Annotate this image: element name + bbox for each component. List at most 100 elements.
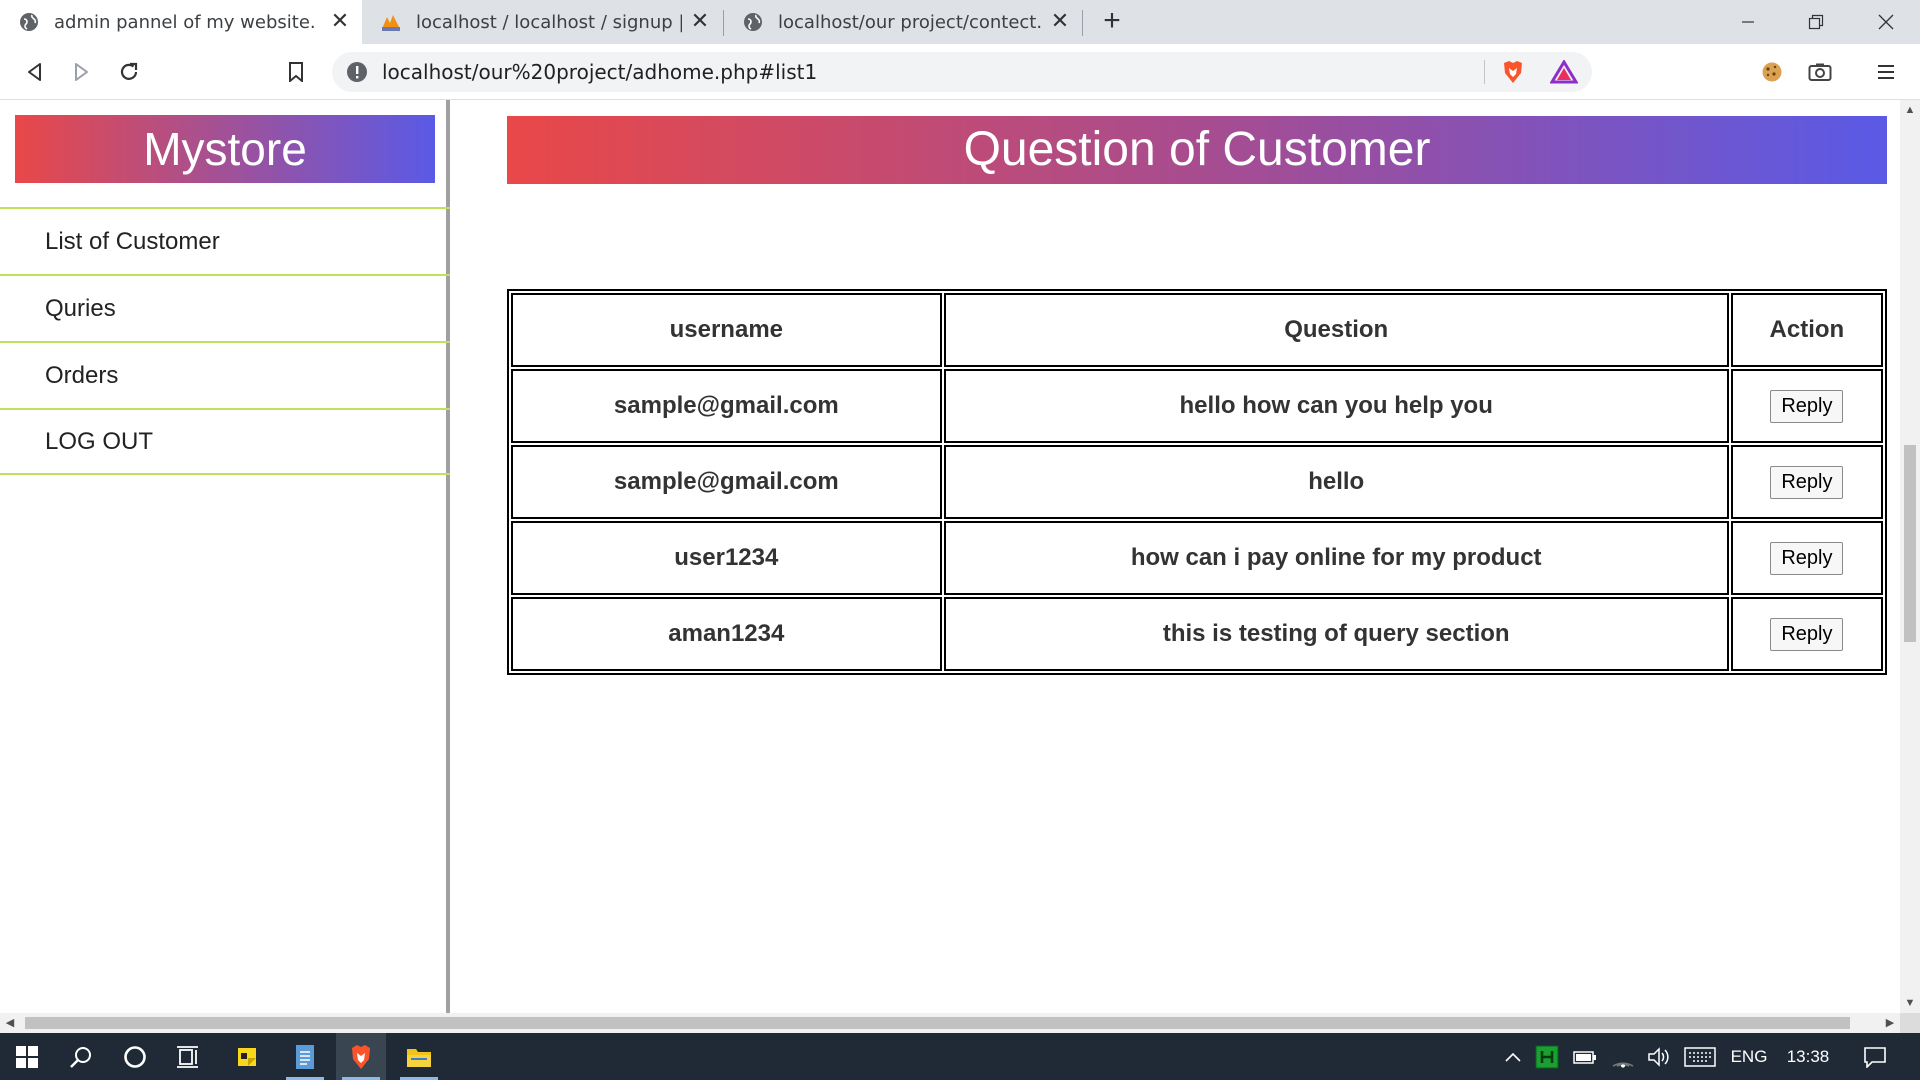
scrollbar-corner bbox=[1900, 1013, 1920, 1033]
column-header-action: Action bbox=[1730, 293, 1883, 367]
restore-icon bbox=[1808, 14, 1824, 30]
touch-keyboard-button[interactable] bbox=[1680, 1033, 1720, 1080]
horizontal-scroll-thumb[interactable] bbox=[25, 1017, 1850, 1029]
battery-button[interactable] bbox=[1568, 1033, 1602, 1080]
brave-rewards-icon[interactable] bbox=[1550, 60, 1578, 84]
document-icon bbox=[296, 1044, 314, 1069]
search-button[interactable] bbox=[56, 1033, 106, 1080]
reply-button[interactable]: Reply bbox=[1770, 389, 1844, 423]
reply-button[interactable]: Reply bbox=[1770, 617, 1844, 651]
new-tab-button[interactable]: + bbox=[1096, 6, 1128, 38]
action-center-button[interactable] bbox=[1852, 1033, 1898, 1080]
reply-button[interactable]: Reply bbox=[1770, 465, 1844, 499]
cookie-icon bbox=[1762, 62, 1782, 82]
scroll-left-arrow-icon[interactable]: ◀ bbox=[0, 1013, 20, 1033]
table-row: aman1234 this is testing of query sectio… bbox=[511, 597, 1883, 671]
sidebar-item-log-out[interactable]: LOG OUT bbox=[0, 408, 450, 475]
cookie-extension-button[interactable] bbox=[1758, 58, 1786, 86]
tab-contect[interactable]: localhost/our project/contect.php ✕ bbox=[724, 0, 1082, 44]
horizontal-scrollbar[interactable]: ◀ ▶ bbox=[0, 1013, 1900, 1033]
notepad-app[interactable] bbox=[280, 1033, 330, 1080]
action-cell: Reply bbox=[1730, 445, 1883, 519]
bookmark-button[interactable] bbox=[282, 58, 310, 86]
close-icon bbox=[1878, 14, 1894, 30]
tab-title: localhost/our project/contect.php bbox=[778, 11, 1042, 33]
questions-table: username Question Action sample@gmail.co… bbox=[507, 289, 1887, 675]
sidebar: Mystore List of Customer Quries Orders L… bbox=[0, 100, 450, 1013]
reply-button[interactable]: Reply bbox=[1770, 541, 1844, 575]
brave-lion-icon bbox=[352, 1044, 370, 1069]
scroll-right-arrow-icon[interactable]: ▶ bbox=[1880, 1013, 1900, 1033]
action-cell: Reply bbox=[1730, 597, 1883, 671]
close-window-button[interactable] bbox=[1852, 0, 1920, 44]
address-bar[interactable]: localhost/our%20project/adhome.php#list1 bbox=[332, 52, 1592, 92]
table-row: user1234 how can i pay online for my pro… bbox=[511, 521, 1883, 595]
back-arrow-icon bbox=[28, 63, 41, 81]
clock[interactable]: 13:38 bbox=[1778, 1033, 1838, 1080]
tab-title: localhost / localhost / signup | php bbox=[416, 11, 682, 33]
chevron-up-icon bbox=[1505, 1052, 1521, 1062]
username-cell: aman1234 bbox=[511, 597, 942, 671]
url-text[interactable]: localhost/our%20project/adhome.php#list1 bbox=[382, 52, 817, 92]
show-hidden-icons-button[interactable] bbox=[1498, 1033, 1528, 1080]
file-explorer-app[interactable] bbox=[394, 1033, 444, 1080]
brave-shields-icon[interactable] bbox=[1500, 59, 1526, 85]
omnibox-divider bbox=[1484, 60, 1485, 84]
cortana-button[interactable] bbox=[110, 1033, 160, 1080]
language-indicator[interactable]: ENG bbox=[1726, 1033, 1772, 1080]
page-title: Question of Customer bbox=[507, 116, 1887, 184]
screenshot-button[interactable] bbox=[1806, 58, 1834, 86]
bookmark-icon bbox=[289, 62, 303, 82]
sidebar-item-quries[interactable]: Quries bbox=[0, 274, 450, 341]
scroll-down-arrow-icon[interactable]: ▼ bbox=[1900, 993, 1920, 1013]
table-row: sample@gmail.com hello how can you help … bbox=[511, 369, 1883, 443]
task-view-button[interactable] bbox=[164, 1033, 214, 1080]
notification-icon bbox=[1864, 1046, 1886, 1068]
sidebar-item-list-of-customer[interactable]: List of Customer bbox=[0, 207, 450, 274]
speaker-icon bbox=[1648, 1046, 1669, 1067]
tab-admin-panel[interactable]: admin pannel of my website. ✕ bbox=[0, 0, 362, 44]
volume-button[interactable] bbox=[1642, 1033, 1676, 1080]
tray-app-button[interactable] bbox=[1530, 1033, 1564, 1080]
battery-icon bbox=[1573, 1050, 1596, 1064]
sticky-notes-app[interactable] bbox=[222, 1033, 272, 1080]
folder-icon bbox=[407, 1048, 431, 1067]
scroll-up-arrow-icon[interactable]: ▲ bbox=[1900, 100, 1920, 120]
browser-toolbar: localhost/our%20project/adhome.php#list1 bbox=[0, 44, 1920, 100]
username-cell: user1234 bbox=[511, 521, 942, 595]
vertical-scrollbar[interactable]: ▲ ▼ bbox=[1900, 100, 1920, 1013]
brand-logo: Mystore bbox=[15, 115, 435, 183]
brave-browser-app[interactable] bbox=[336, 1033, 386, 1080]
sidebar-item-orders[interactable]: Orders bbox=[0, 341, 450, 408]
close-tab-icon[interactable]: ✕ bbox=[1050, 11, 1070, 33]
back-button[interactable] bbox=[20, 58, 48, 86]
start-button[interactable] bbox=[2, 1033, 52, 1080]
sidebar-nav: List of Customer Quries Orders LOG OUT bbox=[0, 207, 450, 475]
table-row: sample@gmail.com hello Reply bbox=[511, 445, 1883, 519]
search-icon bbox=[70, 1046, 91, 1068]
wifi-icon bbox=[1612, 1062, 1634, 1068]
vertical-scroll-thumb[interactable] bbox=[1904, 445, 1916, 642]
green-app-icon bbox=[1535, 1045, 1559, 1068]
column-header-question: Question bbox=[943, 293, 1729, 367]
question-cell: how can i pay online for my product bbox=[943, 521, 1729, 595]
menu-button[interactable] bbox=[1872, 58, 1900, 86]
close-tab-icon[interactable]: ✕ bbox=[690, 11, 710, 33]
main-content: Question of Customer username Question A… bbox=[507, 100, 1887, 1013]
question-cell: this is testing of query section bbox=[943, 597, 1729, 671]
question-cell: hello how can you help you bbox=[943, 369, 1729, 443]
restore-button[interactable] bbox=[1782, 0, 1850, 44]
close-tab-icon[interactable]: ✕ bbox=[330, 11, 350, 33]
windows-logo-icon bbox=[16, 1045, 38, 1068]
tab-separator bbox=[1082, 10, 1083, 36]
task-view-icon bbox=[177, 1045, 198, 1068]
network-button[interactable] bbox=[1606, 1033, 1640, 1080]
info-icon[interactable] bbox=[346, 61, 368, 83]
minimize-button[interactable] bbox=[1714, 0, 1782, 44]
keyboard-icon bbox=[1684, 1046, 1716, 1067]
reload-button[interactable] bbox=[115, 58, 143, 86]
cortana-circle-icon bbox=[124, 1045, 146, 1068]
username-cell: sample@gmail.com bbox=[511, 445, 942, 519]
forward-button[interactable] bbox=[68, 58, 96, 86]
tab-phpmyadmin[interactable]: localhost / localhost / signup | php ✕ bbox=[362, 0, 722, 44]
